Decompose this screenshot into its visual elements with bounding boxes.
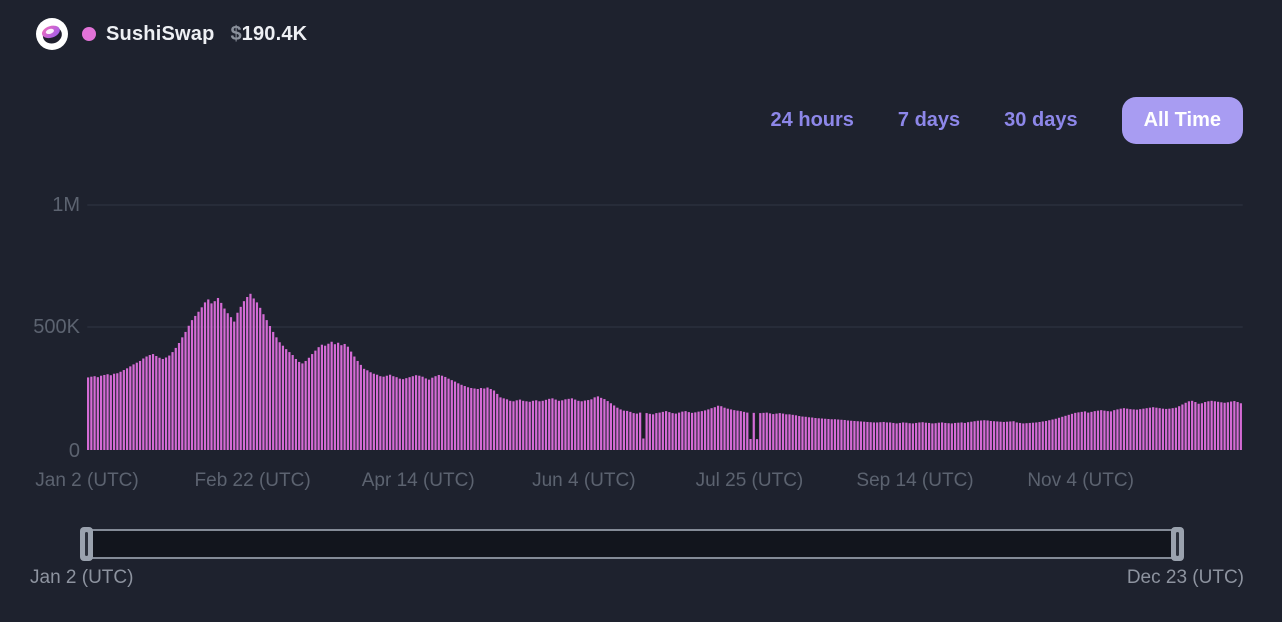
x-axis-label: Jul 25 (UTC) [696, 470, 804, 492]
slider-handle-right[interactable] [1171, 527, 1184, 561]
y-axis-label-1m: 1M [22, 194, 80, 217]
y-axis-label-0: 0 [22, 440, 80, 463]
series-value-number: 190.4K [242, 23, 308, 46]
x-axis-label: Feb 22 (UTC) [195, 470, 311, 492]
series-color-dot [82, 27, 96, 41]
tab-7-days[interactable]: 7 days [898, 109, 960, 132]
gridline-500k [87, 326, 1243, 328]
tab-24-hours[interactable]: 24 hours [771, 109, 854, 132]
y-axis-label-500k: 500K [22, 316, 80, 339]
currency-symbol: $ [231, 23, 242, 46]
slider-end-label: Dec 23 (UTC) [1127, 567, 1244, 589]
x-axis-label: Jun 4 (UTC) [532, 470, 635, 492]
sushiswap-logo-icon [36, 18, 68, 50]
tab-30-days[interactable]: 30 days [1004, 109, 1077, 132]
x-axis-label: Sep 14 (UTC) [856, 470, 973, 492]
slider-start-label: Jan 2 (UTC) [30, 567, 133, 589]
time-range-tabs: 24 hours 7 days 30 days All Time [771, 97, 1243, 144]
x-axis-label: Jan 2 (UTC) [35, 470, 138, 492]
series-name: SushiSwap [106, 23, 215, 46]
time-range-slider-track[interactable] [80, 529, 1184, 559]
slider-handle-left[interactable] [80, 527, 93, 561]
x-axis-label: Nov 4 (UTC) [1027, 470, 1134, 492]
x-axis-label: Apr 14 (UTC) [362, 470, 475, 492]
chart-legend: SushiSwap $ 190.4K [36, 18, 307, 50]
analytics-panel: SushiSwap $ 190.4K 24 hours 7 days 30 da… [0, 0, 1282, 622]
gridline-1m [87, 204, 1243, 206]
series-value: $ 190.4K [231, 23, 308, 46]
tab-all-time[interactable]: All Time [1122, 97, 1243, 144]
